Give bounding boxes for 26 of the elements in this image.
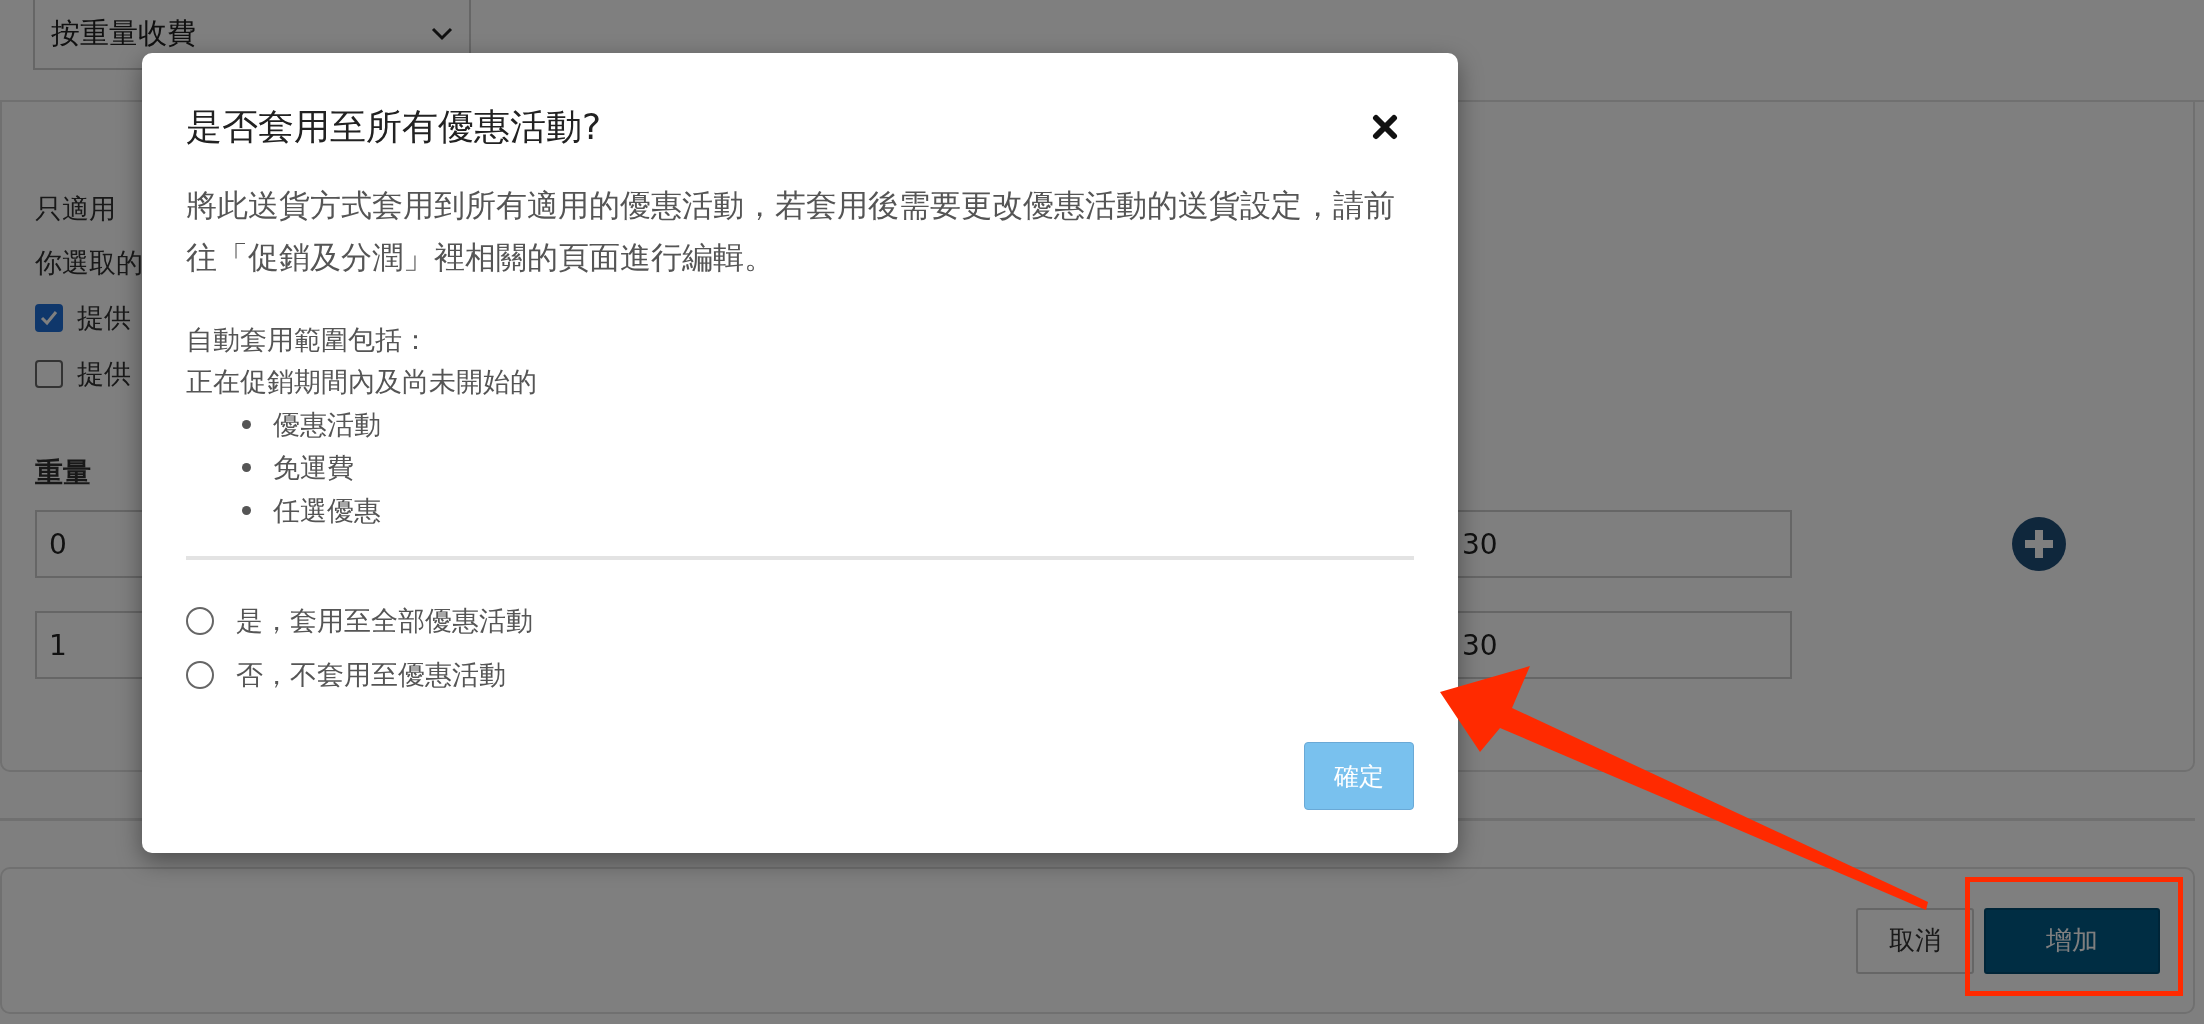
weight-label: 重量 xyxy=(35,455,91,491)
bullet-icon xyxy=(242,420,251,429)
add-button[interactable]: 增加 xyxy=(1984,907,2160,974)
bullet-icon xyxy=(242,463,251,472)
checkbox-label: 提供 xyxy=(77,301,131,335)
option-label[interactable]: 是，套用至全部優惠活動 xyxy=(236,603,533,639)
option-label[interactable]: 否，不套用至優惠活動 xyxy=(236,657,506,693)
close-icon[interactable] xyxy=(1372,114,1398,140)
scope-intro: 正在促銷期間內及尚未開始的 xyxy=(186,365,538,399)
scope-item: 免運費 xyxy=(273,450,354,485)
description-text: 只適用 xyxy=(35,192,116,226)
scope-item: 優惠活動 xyxy=(273,407,381,442)
scope-item: 任選優惠 xyxy=(273,493,381,528)
radio-button[interactable] xyxy=(186,607,214,635)
cancel-button[interactable]: 取消 xyxy=(1856,907,1974,974)
dialog-title: 是否套用至所有優惠活動? xyxy=(186,104,602,149)
checkbox[interactable] xyxy=(35,304,63,332)
checkbox[interactable] xyxy=(35,360,63,388)
dialog-description: 將此送貨方式套用到所有適用的優惠活動，若套用後需要更改優惠活動的送貨設定，請前往「促銷及分潤」裡相關的頁面進行編輯。 xyxy=(186,186,1396,277)
checkbox-label: 提供 xyxy=(77,357,131,391)
scope-heading: 自動套用範圍包括： xyxy=(186,323,430,357)
description-text: 你選取的 xyxy=(35,246,143,280)
chevron-down-icon xyxy=(431,27,453,41)
bullet-icon xyxy=(242,506,251,515)
radio-button[interactable] xyxy=(186,661,214,689)
add-circle-icon[interactable] xyxy=(2012,517,2066,571)
